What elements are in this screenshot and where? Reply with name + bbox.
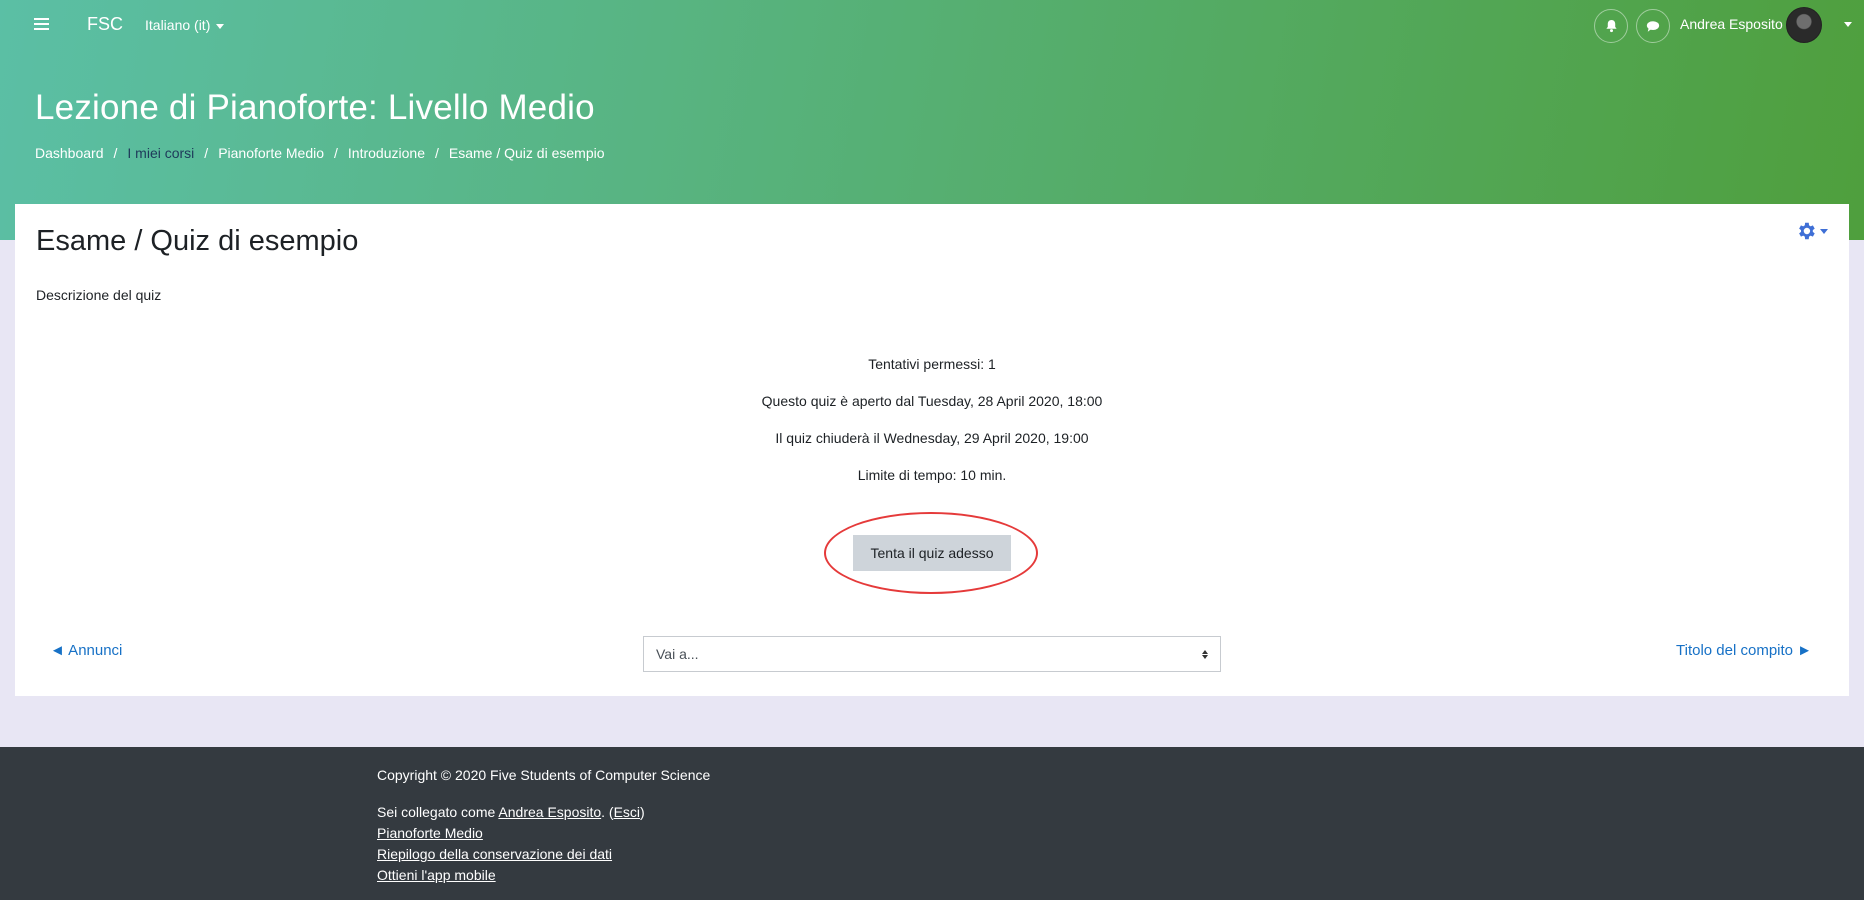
breadcrumb-separator: / bbox=[334, 145, 338, 161]
breadcrumb-current[interactable]: Esame / Quiz di esempio bbox=[449, 145, 605, 161]
mobile-app-link[interactable]: Ottieni l'app mobile bbox=[377, 867, 496, 883]
language-label: Italiano (it) bbox=[145, 17, 211, 33]
jump-to-select[interactable]: Vai a... bbox=[643, 636, 1221, 672]
caret-down-icon bbox=[1820, 228, 1828, 234]
breadcrumb: Dashboard / I miei corsi / Pianoforte Me… bbox=[35, 145, 605, 161]
punct: ) bbox=[640, 804, 645, 820]
messages-button[interactable] bbox=[1636, 9, 1670, 43]
page-title: Esame / Quiz di esempio bbox=[36, 225, 359, 257]
footer-user-link[interactable]: Andrea Esposito bbox=[498, 804, 601, 820]
jump-to-value: Vai a... bbox=[656, 646, 699, 662]
footer-course-link[interactable]: Pianoforte Medio bbox=[377, 825, 483, 841]
breadcrumb-separator: / bbox=[113, 145, 118, 161]
next-activity-link[interactable]: Titolo del compito ► bbox=[1676, 642, 1812, 659]
user-name[interactable]: Andrea Esposito bbox=[1680, 16, 1783, 32]
site-brand[interactable]: FSC bbox=[87, 14, 123, 35]
info-time-limit: Limite di tempo: 10 min. bbox=[857, 467, 1007, 483]
info-close-date: Il quiz chiuderà il Wednesday, 29 April … bbox=[775, 430, 1089, 446]
main-card: Esame / Quiz di esempio Descrizione del … bbox=[15, 204, 1849, 696]
breadcrumb-my-courses[interactable]: I miei corsi bbox=[127, 145, 194, 161]
gear-icon bbox=[1799, 222, 1815, 240]
login-prefix: Sei collegato come bbox=[377, 804, 499, 820]
breadcrumb-section[interactable]: Introduzione bbox=[348, 145, 425, 161]
prev-activity-link[interactable]: ◄ Annunci bbox=[50, 642, 122, 659]
data-retention-link[interactable]: Riepilogo della conservazione dei dati bbox=[377, 846, 612, 862]
notifications-button[interactable] bbox=[1594, 9, 1628, 43]
footer: Copyright © 2020 Five Students of Comput… bbox=[0, 747, 1864, 900]
actions-menu[interactable] bbox=[1795, 220, 1828, 242]
attempt-quiz-button[interactable]: Tenta il quiz adesso bbox=[853, 535, 1011, 571]
top-navbar: FSC Italiano (it) Andrea Esposito bbox=[0, 0, 1864, 50]
quiz-description: Descrizione del quiz bbox=[36, 287, 162, 303]
select-arrows-icon bbox=[1202, 649, 1208, 659]
chat-icon bbox=[1646, 20, 1660, 32]
login-info: Sei collegato come Andrea Esposito. (Esc… bbox=[377, 802, 710, 823]
info-open-date: Questo quiz è aperto dal Tuesday, 28 Apr… bbox=[761, 393, 1103, 409]
caret-down-icon bbox=[216, 23, 225, 29]
logout-link[interactable]: Esci bbox=[614, 804, 640, 820]
info-attempts: Tentativi permessi: 1 bbox=[868, 356, 996, 372]
language-menu[interactable]: Italiano (it) bbox=[145, 17, 225, 33]
avatar[interactable] bbox=[1786, 7, 1822, 43]
breadcrumb-dashboard[interactable]: Dashboard bbox=[35, 145, 104, 161]
course-title: Lezione di Pianoforte: Livello Medio bbox=[35, 88, 595, 127]
copyright: Copyright © 2020 Five Students of Comput… bbox=[377, 767, 711, 783]
breadcrumb-separator: / bbox=[434, 145, 439, 161]
hamburger-icon[interactable] bbox=[34, 15, 49, 31]
bell-icon bbox=[1605, 19, 1617, 33]
breadcrumb-course[interactable]: Pianoforte Medio bbox=[218, 145, 324, 161]
caret-down-icon[interactable] bbox=[1844, 22, 1852, 27]
punct: . ( bbox=[601, 804, 614, 820]
breadcrumb-separator: / bbox=[204, 145, 209, 161]
